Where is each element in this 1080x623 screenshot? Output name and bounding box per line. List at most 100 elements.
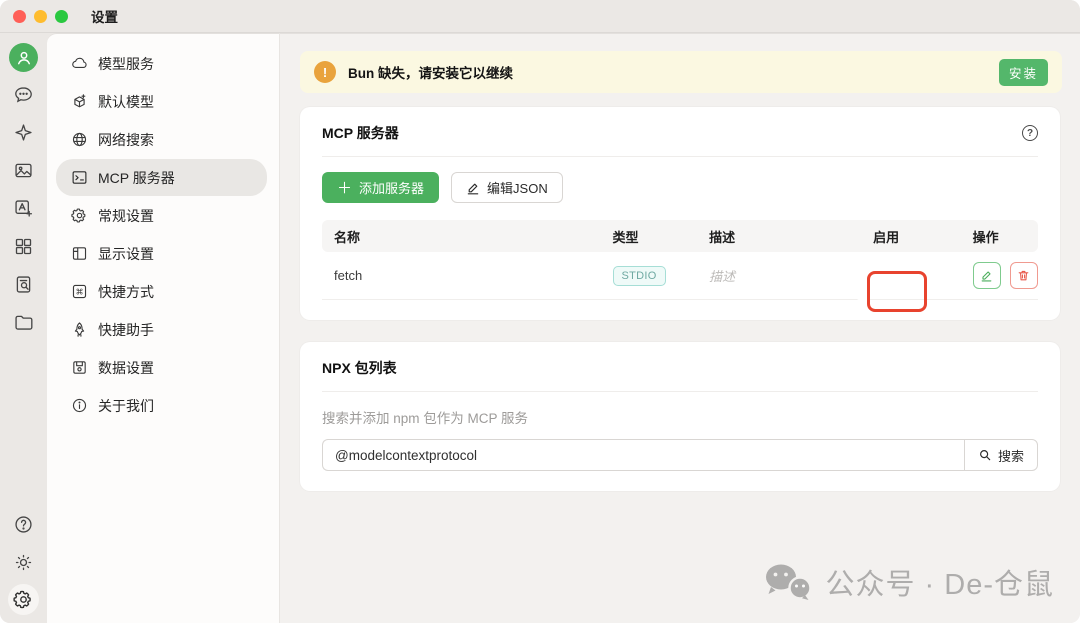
delete-server-button[interactable] xyxy=(1010,262,1038,289)
server-name: fetch xyxy=(322,268,601,283)
sidebar-item-data-settings[interactable]: 数据设置 xyxy=(56,349,267,386)
settings-content: ! Bun 缺失，请安装它以继续 安装 MCP 服务器 ? ＋ 添加服务器 编辑… xyxy=(280,33,1080,623)
terminal-icon xyxy=(71,169,88,186)
sidebar-item-label: 快捷方式 xyxy=(98,282,154,302)
cloud-icon xyxy=(71,55,88,72)
settings-nav-button[interactable] xyxy=(8,584,39,615)
titlebar: 设置 xyxy=(0,0,1080,33)
rail-bottom xyxy=(8,502,40,623)
package-plus-icon xyxy=(71,93,88,110)
edit-pencil-icon xyxy=(466,181,480,195)
brightness-icon xyxy=(13,552,34,573)
table-header-row: 名称 类型 描述 启用 操作 xyxy=(322,220,1038,252)
chat-nav-button[interactable] xyxy=(8,78,40,110)
table-row: fetch STDIO 描述 xyxy=(322,252,1038,300)
sidebar-item-label: 常规设置 xyxy=(98,206,154,226)
sidebar-item-shortcuts[interactable]: ⌘ 快捷方式 xyxy=(56,273,267,310)
question-circle-icon[interactable]: ? xyxy=(1022,125,1038,141)
close-window-button[interactable] xyxy=(13,10,26,23)
sidebar-item-label: 模型服务 xyxy=(98,54,154,74)
sidebar-item-quick-assistant[interactable]: 快捷助手 xyxy=(56,311,267,348)
col-header-enabled: 启用 xyxy=(861,227,961,246)
apps-grid-icon xyxy=(13,236,34,257)
sidebar-item-label: 关于我们 xyxy=(98,396,154,416)
translate-icon xyxy=(13,198,34,219)
traffic-lights xyxy=(13,10,68,23)
npm-search-button[interactable]: 搜索 xyxy=(964,439,1038,471)
edit-json-button[interactable]: 编辑JSON xyxy=(451,172,563,203)
theme-toggle-button[interactable] xyxy=(8,546,40,578)
col-header-type: 类型 xyxy=(601,227,698,246)
sidebar-item-model-services[interactable]: 模型服务 xyxy=(56,45,267,82)
floppy-disk-icon xyxy=(71,359,88,376)
minimize-window-button[interactable] xyxy=(34,10,47,23)
window-title: 设置 xyxy=(91,6,118,26)
rocket-icon xyxy=(71,321,88,338)
image-icon xyxy=(13,160,34,181)
translate-nav-button[interactable] xyxy=(8,192,40,224)
settings-sidebar: 模型服务 默认模型 网络搜索 MCP 服务器 常规设置 显示设置 ⌘ 快捷方式 xyxy=(47,33,280,623)
files-nav-button[interactable] xyxy=(8,306,40,338)
divider xyxy=(322,156,1038,157)
server-description: 描述 xyxy=(697,266,861,285)
edit-pencil-icon xyxy=(980,269,993,282)
sidebar-item-label: 快捷助手 xyxy=(98,320,154,340)
search-icon xyxy=(978,448,992,462)
sidebar-item-about[interactable]: 关于我们 xyxy=(56,387,267,424)
npm-search-input[interactable] xyxy=(322,439,964,471)
info-circle-icon xyxy=(71,397,88,414)
edit-json-label: 编辑JSON xyxy=(487,178,548,197)
bun-missing-banner: ! Bun 缺失，请安装它以继续 安装 xyxy=(300,51,1062,93)
warning-icon: ! xyxy=(314,61,336,83)
watermark: 公众号 · De-仓鼠 xyxy=(763,561,1054,603)
agents-nav-button[interactable] xyxy=(8,116,40,148)
mcp-servers-table: 名称 类型 描述 启用 操作 fetch STDIO 描述 xyxy=(322,220,1038,300)
paintings-nav-button[interactable] xyxy=(8,154,40,186)
help-icon xyxy=(13,514,34,535)
sidebar-item-mcp-servers[interactable]: MCP 服务器 xyxy=(56,159,267,196)
minapps-nav-button[interactable] xyxy=(8,230,40,262)
add-server-label: 添加服务器 xyxy=(359,178,424,197)
person-icon xyxy=(15,49,33,67)
command-key-icon: ⌘ xyxy=(71,283,88,300)
folder-icon xyxy=(13,312,34,333)
sidebar-item-general-settings[interactable]: 常规设置 xyxy=(56,197,267,234)
sidebar-item-label: MCP 服务器 xyxy=(98,168,175,188)
sidebar-item-label: 网络搜索 xyxy=(98,130,154,150)
gear-icon xyxy=(13,589,34,610)
app-icon-rail xyxy=(0,33,47,623)
wechat-icon xyxy=(763,562,813,602)
layout-icon xyxy=(71,245,88,262)
divider xyxy=(322,391,1038,392)
globe-icon xyxy=(71,131,88,148)
plus-icon: ＋ xyxy=(337,177,352,198)
mcp-servers-card: MCP 服务器 ? ＋ 添加服务器 编辑JSON 名称 类型 描述 xyxy=(300,107,1060,320)
user-avatar[interactable] xyxy=(9,43,38,72)
sidebar-item-display-settings[interactable]: 显示设置 xyxy=(56,235,267,272)
npx-package-card: NPX 包列表 搜索并添加 npm 包作为 MCP 服务 搜索 xyxy=(300,342,1060,491)
col-header-actions: 操作 xyxy=(961,227,1038,246)
zoom-window-button[interactable] xyxy=(55,10,68,23)
sidebar-item-default-models[interactable]: 默认模型 xyxy=(56,83,267,120)
npm-search-hint: 搜索并添加 npm 包作为 MCP 服务 xyxy=(322,407,1038,427)
sidebar-item-web-search[interactable]: 网络搜索 xyxy=(56,121,267,158)
trash-icon xyxy=(1017,269,1030,282)
edit-server-button[interactable] xyxy=(973,262,1001,289)
sidebar-item-label: 数据设置 xyxy=(98,358,154,378)
col-header-name: 名称 xyxy=(322,227,601,246)
red-highlight-annotation xyxy=(867,271,927,312)
toggle-knob xyxy=(853,281,873,301)
add-server-button[interactable]: ＋ 添加服务器 xyxy=(322,172,439,203)
sparkle-icon xyxy=(13,122,34,143)
help-button[interactable] xyxy=(8,508,40,540)
install-bun-button[interactable]: 安装 xyxy=(999,59,1048,86)
watermark-text: 公众号 · De-仓鼠 xyxy=(825,561,1054,603)
col-header-description: 描述 xyxy=(697,227,861,246)
mcp-card-title: MCP 服务器 xyxy=(322,123,399,143)
knowledge-nav-button[interactable] xyxy=(8,268,40,300)
gear-icon xyxy=(71,207,88,224)
npx-card-title: NPX 包列表 xyxy=(322,358,397,378)
chat-bubble-icon xyxy=(13,84,34,105)
search-button-label: 搜索 xyxy=(998,446,1024,465)
banner-message: Bun 缺失，请安装它以继续 xyxy=(348,62,513,82)
